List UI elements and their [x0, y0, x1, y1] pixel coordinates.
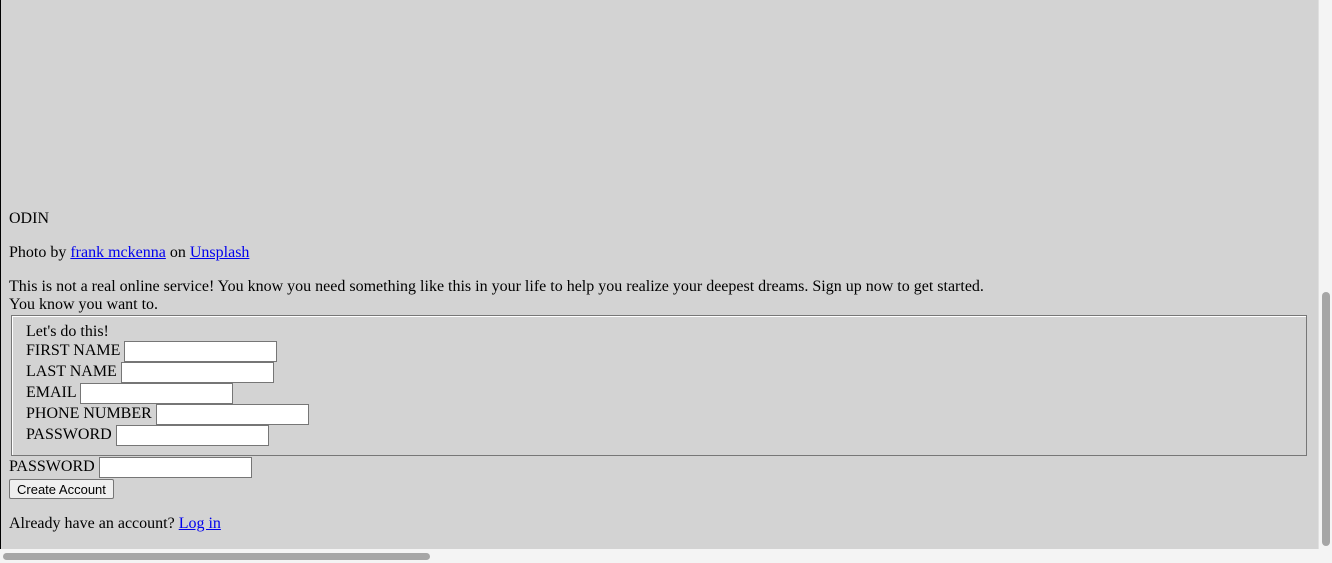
photographer-link[interactable]: frank mckenna — [70, 244, 166, 261]
phone-number-row: PHONE NUMBER — [26, 404, 1294, 425]
page-viewport: ODIN Photo by frank mckenna on Unsplash … — [0, 0, 1318, 549]
create-account-button[interactable]: Create Account — [9, 479, 114, 499]
password-label: PASSWORD — [26, 426, 112, 444]
logo-text: ODIN — [9, 210, 49, 227]
login-prompt-text: Already have an account? — [9, 515, 175, 532]
intro-line-2: You know you want to. — [9, 296, 159, 313]
first-name-row: FIRST NAME — [26, 341, 1294, 362]
password-row: PASSWORD — [26, 425, 1294, 446]
credit-middle: on — [169, 244, 186, 261]
last-name-input[interactable] — [120, 362, 274, 383]
credit-prefix: Photo by — [9, 244, 67, 261]
vertical-scrollbar[interactable] — [1318, 0, 1332, 549]
horizontal-scrollbar[interactable] — [0, 549, 1318, 563]
vertical-scroll-thumb[interactable] — [1322, 292, 1330, 546]
first-name-label: FIRST NAME — [26, 342, 121, 360]
confirm-password-row: PASSWORD — [9, 457, 252, 478]
photo-credit: Photo by frank mckenna on Unsplash — [9, 244, 249, 262]
phone-number-label: PHONE NUMBER — [26, 405, 152, 423]
confirm-password-label: PASSWORD — [9, 458, 95, 476]
intro-line-1: This is not a real online service! You k… — [9, 278, 984, 295]
form-legend: Let's do this! — [26, 323, 109, 340]
horizontal-scroll-thumb[interactable] — [3, 553, 430, 560]
email-label: EMAIL — [26, 384, 77, 402]
email-input[interactable] — [80, 383, 234, 404]
last-name-label: LAST NAME — [26, 363, 117, 381]
signup-fieldset: Let's do this! FIRST NAME LAST NAME EMAI… — [11, 315, 1307, 456]
hero-image-area — [9, 0, 1309, 200]
password-input[interactable] — [115, 425, 269, 446]
intro-text: This is not a real online service! You k… — [9, 278, 1309, 314]
last-name-row: LAST NAME — [26, 362, 1294, 383]
first-name-input[interactable] — [124, 341, 278, 362]
unsplash-link[interactable]: Unsplash — [190, 244, 250, 261]
phone-number-input[interactable] — [155, 404, 309, 425]
scrollbar-corner — [1318, 549, 1332, 563]
login-prompt: Already have an account? Log in — [9, 515, 221, 533]
email-row: EMAIL — [26, 383, 1294, 404]
confirm-password-input[interactable] — [98, 457, 252, 478]
page-content: ODIN Photo by frank mckenna on Unsplash … — [9, 0, 1309, 532]
login-link[interactable]: Log in — [179, 515, 221, 532]
